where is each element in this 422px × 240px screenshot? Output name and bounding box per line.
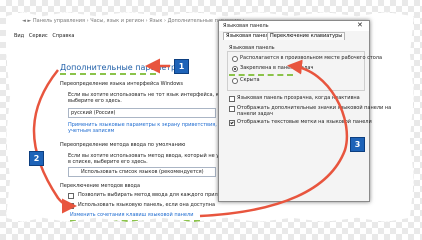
step-badge-3: 3 <box>350 137 365 152</box>
arrow-3 <box>199 59 349 218</box>
step-badge-1: 1 <box>174 59 189 74</box>
annotation-arrows <box>32 58 349 218</box>
arrow-2 <box>32 69 77 214</box>
step-badge-2: 2 <box>29 151 44 166</box>
